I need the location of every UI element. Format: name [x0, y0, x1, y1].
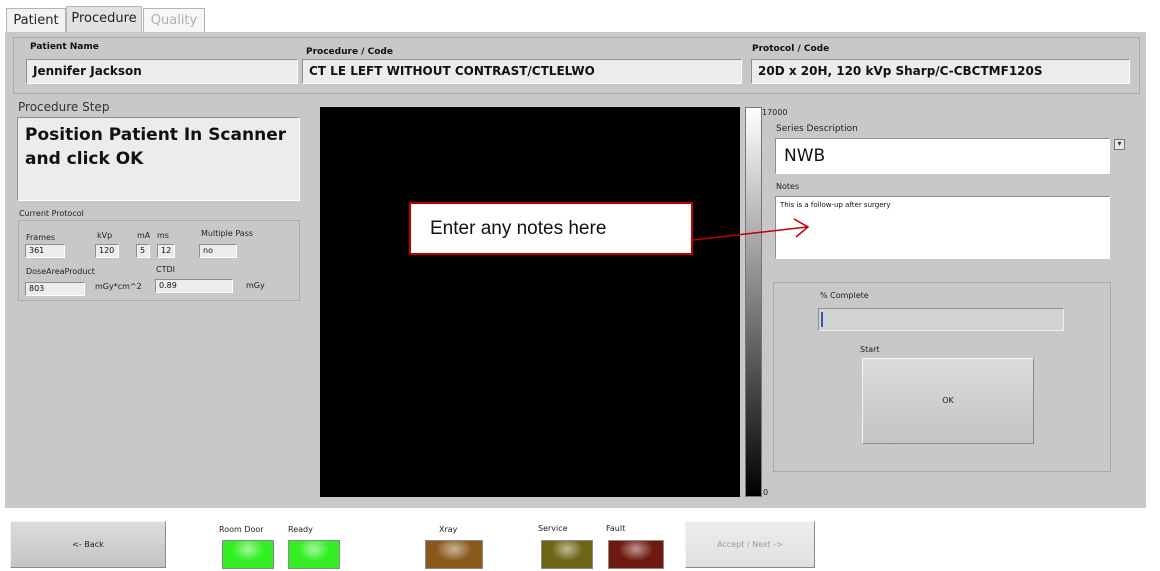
xray-lamp — [425, 540, 483, 569]
notes-label: Notes — [776, 182, 800, 191]
ma-field[interactable]: 5 — [136, 244, 150, 258]
tab-bar: Patient Procedure Quality — [0, 0, 1160, 33]
room-door-lamp — [222, 540, 274, 569]
procedure-code-field[interactable]: CT LE LEFT WITHOUT CONTRAST/CTLELWO — [302, 59, 742, 84]
ready-label: Ready — [288, 525, 313, 534]
service-label: Service — [538, 524, 568, 533]
scan-image-viewport[interactable] — [320, 107, 740, 497]
tab-procedure[interactable]: Procedure — [66, 6, 142, 33]
start-label: Start — [860, 345, 880, 354]
multiple-pass-field[interactable]: no — [199, 244, 237, 258]
frames-field[interactable]: 361 — [25, 244, 65, 258]
series-dropdown-icon[interactable]: ▾ — [1114, 139, 1125, 150]
ok-button[interactable]: OK — [862, 358, 1034, 444]
tab-patient[interactable]: Patient — [6, 8, 66, 32]
scale-min-label: 0 — [763, 488, 769, 497]
dose-area-product-label: DoseAreaProduct — [26, 267, 95, 276]
ma-label: mA — [137, 231, 151, 240]
series-description-input[interactable]: NWB — [775, 138, 1110, 174]
ctdi-label: CTDI — [156, 265, 175, 274]
kvp-field[interactable]: 120 — [95, 244, 119, 258]
procedure-step-title: Procedure Step — [18, 100, 110, 114]
dose-area-product-unit: mGy*cm^2 — [95, 282, 142, 291]
protocol-code-field[interactable]: 20D x 20H, 120 kVp Sharp/C-CBCTMF120S — [751, 59, 1130, 84]
ms-field[interactable]: 12 — [157, 244, 175, 258]
procedure-code-label: Procedure / Code — [306, 47, 393, 57]
ready-lamp — [288, 540, 340, 569]
procedure-step-text: Position Patient In Scanner and click OK — [17, 117, 300, 201]
series-description-label: Series Description — [776, 124, 858, 134]
fault-lamp — [608, 540, 664, 569]
annotation-arrow-icon — [692, 218, 810, 241]
notes-annotation-callout: Enter any notes here — [409, 202, 693, 255]
percent-complete-label: % Complete — [820, 291, 869, 300]
room-door-label: Room Door — [219, 525, 264, 534]
service-lamp — [541, 540, 593, 569]
scale-max-label: 17000 — [762, 108, 788, 117]
back-button[interactable]: <- Back — [10, 521, 166, 568]
fault-label: Fault — [606, 524, 626, 533]
ms-label: ms — [157, 231, 169, 240]
tab-quality[interactable]: Quality — [143, 8, 205, 32]
accept-next-button[interactable]: Accept / Next -> — [685, 521, 815, 568]
current-protocol-title: Current Protocol — [19, 209, 84, 218]
intensity-scale-bar — [745, 107, 762, 497]
xray-label: Xray — [439, 525, 458, 534]
ctdi-unit: mGy — [246, 281, 265, 290]
ctdi-field[interactable]: 0.89 — [155, 279, 233, 293]
patient-name-field[interactable]: Jennifer Jackson — [26, 59, 298, 84]
dose-area-product-field[interactable]: 803 — [25, 282, 85, 296]
kvp-label: kVp — [97, 231, 113, 240]
patient-name-label: Patient Name — [30, 42, 99, 52]
progress-cursor — [821, 312, 823, 327]
frames-label: Frames — [26, 233, 56, 242]
multiple-pass-label: Multiple Pass — [201, 229, 254, 238]
progress-bar — [818, 308, 1064, 331]
protocol-code-label: Protocol / Code — [752, 44, 830, 54]
notes-textarea[interactable]: This is a follow-up after surgery — [775, 196, 1110, 259]
